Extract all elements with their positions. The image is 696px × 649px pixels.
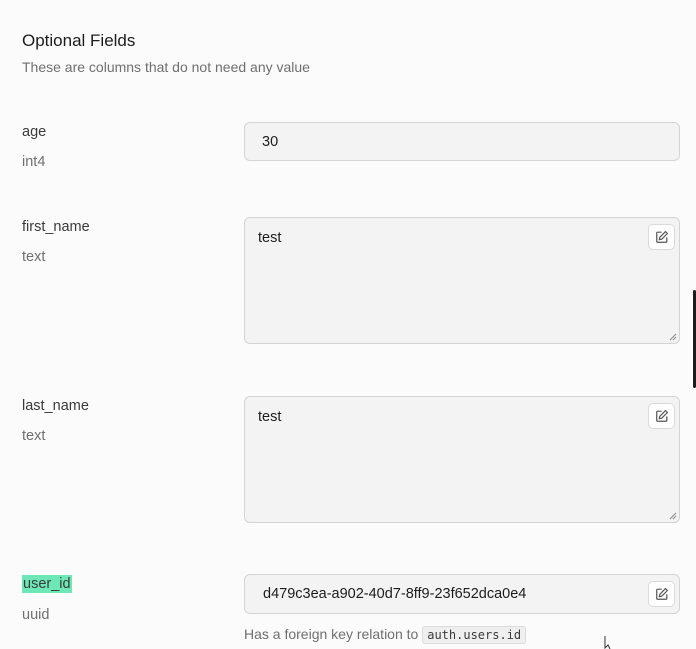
foreign-key-prefix: Has a foreign key relation to [244,626,419,642]
last-name-textarea[interactable]: test [244,396,680,523]
foreign-key-target: auth.users.id [422,626,527,644]
first-name-value: test [258,230,282,246]
age-input[interactable]: 30 [244,122,680,161]
first-name-edit-button[interactable] [648,224,675,250]
field-type-user-id: uuid [22,607,50,623]
user-id-input[interactable]: d479c3ea-a902-40d7-8ff9-23f652dca0e4 [244,574,680,614]
edit-icon [655,409,668,422]
field-type-age: int4 [22,154,46,170]
edit-icon [655,587,668,600]
field-label-user-id: user_id [22,575,72,593]
section-title: Optional Fields [22,31,136,50]
resize-grip-icon[interactable] [669,333,677,341]
field-label-age: age [22,124,47,140]
mouse-cursor-icon [604,636,611,649]
resize-grip-icon[interactable] [669,512,677,520]
foreign-key-note: Has a foreign key relation to auth.users… [244,626,527,644]
last-name-edit-button[interactable] [648,403,675,429]
field-type-first-name: text [22,249,46,265]
age-value: 30 [262,134,279,150]
field-label-last-name: last_name [22,398,89,414]
edit-icon [655,230,668,243]
user-id-value: d479c3ea-a902-40d7-8ff9-23f652dca0e4 [263,586,527,602]
field-label-first-name: first_name [22,219,90,235]
last-name-value: test [258,409,282,425]
first-name-textarea[interactable]: test [244,217,680,344]
user-id-highlight: user_id [22,575,72,593]
optional-fields-panel: Optional Fields These are columns that d… [0,0,696,649]
section-subtitle: These are columns that do not need any v… [22,59,310,75]
field-type-last-name: text [22,428,46,444]
user-id-edit-button[interactable] [648,581,675,607]
